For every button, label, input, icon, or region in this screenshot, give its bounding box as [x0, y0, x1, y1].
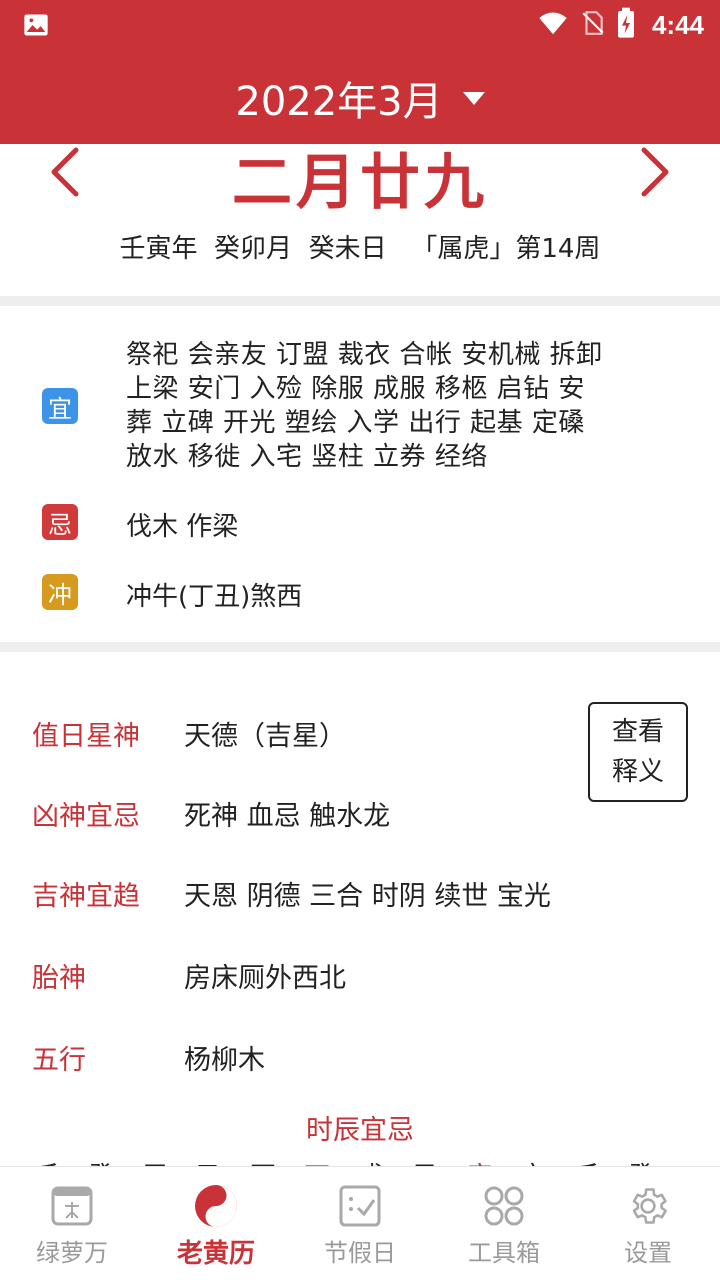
- yi-badge: 宜: [42, 388, 78, 424]
- god-value: 天德（吉星）: [184, 721, 346, 752]
- nav-item-calendar[interactable]: 绿萝万: [0, 1167, 144, 1280]
- yinyang-icon: [193, 1183, 239, 1229]
- ji-badge: 忌: [42, 504, 78, 540]
- top-app-bar: 4:44 2022年3月: [0, 0, 720, 144]
- yi-text: 祭祀 会亲友 订盟 裁衣 合帐 安机械 拆卸 上梁 安门 入殓 除服 成服 移柩…: [126, 340, 603, 472]
- nav-item-holidays[interactable]: 节假日: [288, 1167, 432, 1280]
- bottom-navigation: 绿萝万 老黄历 节假日 工具箱 设置: [0, 1166, 720, 1280]
- status-time: 4:44: [651, 9, 704, 40]
- god-value: 杨柳木: [184, 1045, 265, 1076]
- nav-label: 老黄历: [176, 1239, 255, 1269]
- view-explanation-button[interactable]: 查看释义: [588, 702, 688, 802]
- chong-badge: 冲: [42, 574, 78, 610]
- god-value: 天恩 阴德 三合 时阴 续世 宝光: [184, 881, 551, 912]
- calendar-icon: [49, 1183, 95, 1229]
- battery-charging-icon: [616, 7, 636, 43]
- wifi-icon: [536, 8, 570, 42]
- section-divider: [0, 296, 720, 306]
- god-row-fetal-god: 胎神 房床厕外西北: [0, 956, 580, 996]
- yi-ji-section: 宜 祭祀 会亲友 订盟 裁衣 合帐 安机械 拆卸 上梁 安门 入殓 除服 成服 …: [0, 306, 720, 640]
- nav-item-settings[interactable]: 设置: [576, 1167, 720, 1280]
- month-title: 2022年3月: [235, 79, 443, 125]
- god-row-lucky-gods: 吉神宜趋 天恩 阴德 三合 时阴 续世 宝光: [0, 874, 580, 914]
- gods-section: 值日星神 天德（吉星） 凶神宜忌 死神 血忌 触水龙 吉神宜趋 天恩 阴德 三合…: [0, 652, 720, 1164]
- image-notification-icon: [22, 11, 50, 43]
- holiday-icon: [337, 1183, 383, 1229]
- god-label: 凶神宜忌: [32, 801, 140, 832]
- nav-label: 绿萝万: [36, 1239, 108, 1267]
- god-row-five-elements: 五行 杨柳木: [0, 1038, 580, 1078]
- next-day-icon[interactable]: [634, 146, 674, 198]
- status-icons: 4:44: [536, 7, 704, 43]
- ji-text: 伐木 作梁: [126, 512, 239, 542]
- section-divider: [0, 642, 720, 652]
- gear-icon: [625, 1183, 671, 1229]
- chong-text: 冲牛(丁丑)煞西: [126, 582, 303, 612]
- god-label: 值日星神: [32, 721, 140, 752]
- nav-item-almanac[interactable]: 老黄历: [144, 1167, 288, 1280]
- month-selector[interactable]: 2022年3月: [0, 70, 720, 126]
- toolbox-icon: [481, 1183, 527, 1229]
- god-label: 吉神宜趋: [32, 881, 140, 912]
- nav-label: 工具箱: [468, 1239, 540, 1267]
- god-label: 胎神: [32, 963, 86, 994]
- shichen-title: 时辰宜忌: [306, 1115, 414, 1146]
- nav-item-toolbox[interactable]: 工具箱: [432, 1167, 576, 1280]
- god-label: 五行: [32, 1045, 86, 1076]
- god-value: 房床厕外西北: [184, 963, 346, 994]
- dropdown-caret-icon: [462, 91, 485, 105]
- god-row-duty-star: 值日星神 天德（吉星）: [0, 714, 580, 754]
- date-block: 二月廿九 壬寅年 癸卯月 癸未日 「属虎」第14周: [0, 144, 720, 296]
- status-bar: 4:44: [0, 0, 720, 50]
- god-row-evil-gods: 凶神宜忌 死神 血忌 触水龙: [0, 794, 580, 834]
- lunar-date: 二月廿九: [232, 148, 488, 218]
- god-value: 死神 血忌 触水龙: [184, 801, 391, 832]
- nav-label: 设置: [624, 1239, 672, 1267]
- no-sim-icon: [580, 8, 606, 42]
- nav-label: 节假日: [324, 1239, 396, 1267]
- ganzhi-line: 壬寅年 癸卯月 癸未日 「属虎」第14周: [119, 234, 601, 264]
